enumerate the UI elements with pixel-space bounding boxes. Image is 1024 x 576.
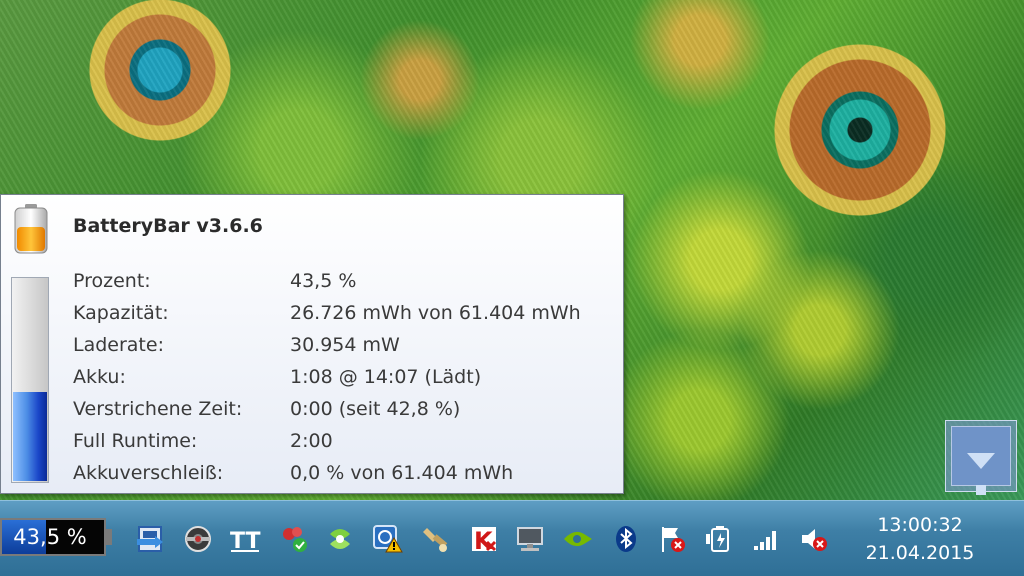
kaspersky-icon[interactable]: K — [468, 523, 500, 555]
steering-wheel-icon[interactable] — [182, 523, 214, 555]
batterybar-taskbar-meter[interactable]: 43,5 % — [0, 518, 106, 556]
network-warning-icon[interactable] — [372, 523, 404, 555]
info-label: Akkuverschleiß: — [73, 462, 224, 484]
battery-info-list: Prozent: 43,5 % Kapazität: 26.726 mWh vo… — [73, 265, 581, 489]
info-row-capacity: Kapazität: 26.726 mWh von 61.404 mWh — [73, 297, 581, 329]
info-value: 26.726 mWh von 61.404 mWh — [290, 302, 581, 324]
system-clock[interactable]: 13:00:32 21.04.2015 — [850, 511, 990, 567]
info-row-charge-rate: Laderate: 30.954 mW — [73, 329, 581, 361]
volume-muted-icon[interactable] — [798, 523, 830, 555]
info-label: Kapazität: — [73, 302, 169, 324]
info-value: 30.954 mW — [290, 334, 400, 356]
signal-strength-icon[interactable] — [750, 523, 782, 555]
svg-text:K: K — [474, 527, 494, 554]
info-row-percent: Prozent: 43,5 % — [73, 265, 581, 297]
info-label: Prozent: — [73, 270, 151, 292]
info-label: Full Runtime: — [73, 430, 198, 452]
info-value: 2:00 — [290, 430, 333, 452]
clock-time: 13:00:32 — [877, 514, 963, 536]
monitor-icon[interactable] — [514, 523, 546, 555]
network-drive-icon[interactable] — [134, 523, 166, 555]
torch-icon[interactable] — [420, 523, 452, 555]
info-value: 0,0 % von 61.404 mWh — [290, 462, 514, 484]
charge-level-fill — [13, 392, 47, 481]
info-row-elapsed: Verstrichene Zeit: 0:00 (seit 42,8 %) — [73, 393, 581, 425]
sync-app-icon[interactable] — [324, 523, 356, 555]
battery-icon — [14, 204, 48, 254]
info-row-full-runtime: Full Runtime: 2:00 — [73, 425, 581, 457]
taskbar: 43,5 % TT K 13:00:32 21.04.2015 — [0, 500, 1024, 576]
batterybar-tooltip: BatteryBar v3.6.6 Prozent: 43,5 % Kapazi… — [0, 194, 624, 494]
info-row-wear: Akkuverschleiß: 0,0 % von 61.404 mWh — [73, 457, 581, 489]
down-arrow-icon — [951, 426, 1011, 495]
action-center-flag-icon[interactable] — [656, 523, 688, 555]
info-label: Akku: — [73, 366, 126, 388]
info-label: Verstrichene Zeit: — [73, 398, 243, 420]
info-label: Laderate: — [73, 334, 164, 356]
batterybar-percent-text: 43,5 % — [13, 525, 87, 549]
charge-level-bar — [11, 277, 49, 483]
info-row-battery: Akku: 1:08 @ 14:07 (Lädt) — [73, 361, 581, 393]
nvidia-icon[interactable] — [562, 523, 594, 555]
info-value: 43,5 % — [290, 270, 357, 292]
scroll-down-widget[interactable] — [945, 420, 1017, 495]
clock-date: 21.04.2015 — [865, 542, 975, 564]
flower-app-icon[interactable] — [278, 523, 310, 555]
batterybar-terminal — [106, 529, 112, 545]
bluetooth-icon[interactable] — [610, 523, 642, 555]
info-value: 0:00 (seit 42,8 %) — [290, 398, 461, 420]
battery-charging-icon[interactable] — [704, 523, 736, 555]
info-value: 1:08 @ 14:07 (Lädt) — [290, 366, 482, 388]
font-tool-icon[interactable]: TT — [229, 523, 261, 555]
tooltip-title: BatteryBar v3.6.6 — [73, 215, 263, 237]
